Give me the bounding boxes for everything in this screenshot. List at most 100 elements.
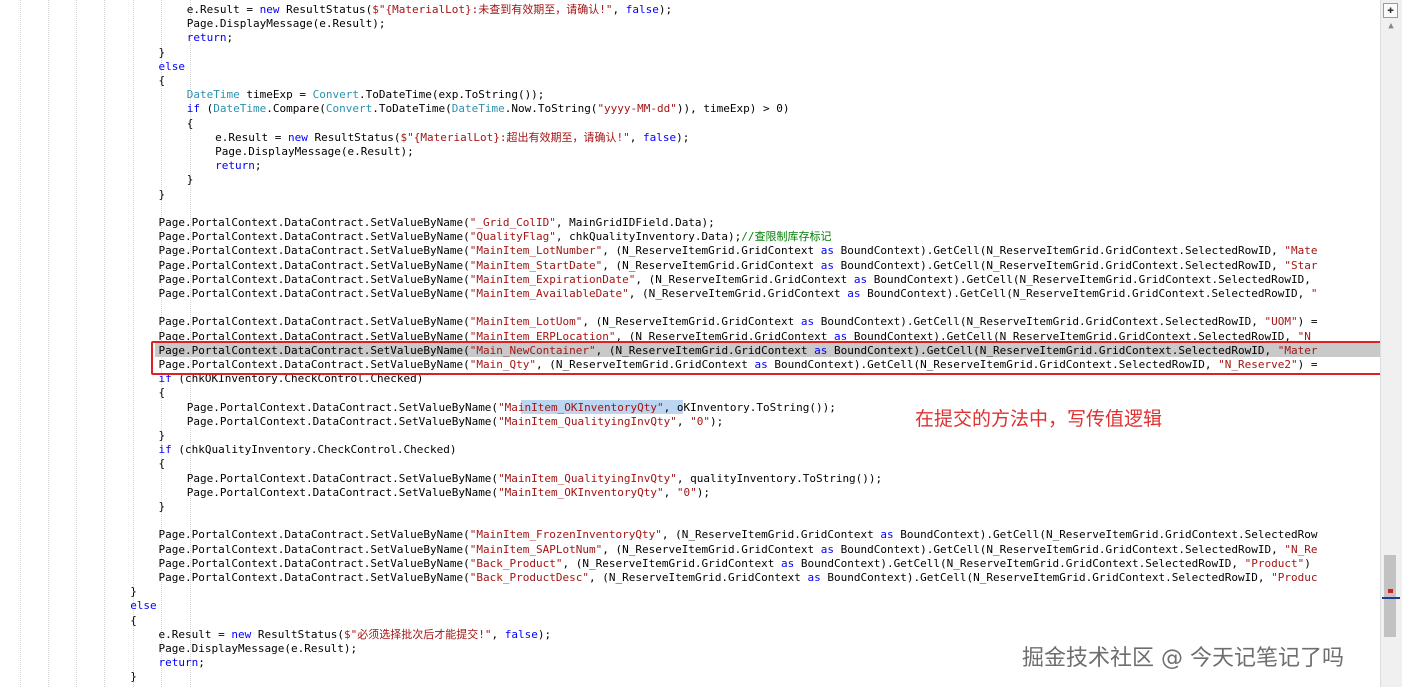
code-line[interactable]: } (159, 46, 166, 60)
code-line[interactable]: else (159, 60, 186, 74)
code-token: )), timeExp) > 0) (676, 102, 790, 116)
code-token: Page.PortalContext.DataContract.SetValue… (158, 315, 470, 329)
code-token: "MainItem_OKInventoryQty" (498, 400, 664, 414)
code-token: , (N_ReserveItemGrid.GridContext (602, 244, 821, 258)
code-token: if (186, 102, 201, 116)
code-line[interactable]: return; (187, 31, 233, 45)
code-line[interactable]: Page.PortalContext.DataContract.SetValue… (159, 528, 1318, 542)
code-line[interactable]: Page.DisplayMessage(e.Result); (215, 145, 414, 159)
code-line[interactable]: e.Result = new ResultStatus($"{MaterialL… (187, 3, 672, 17)
code-token: Page.PortalContext.DataContract.SetValue… (186, 471, 499, 485)
code-token: "MainItem_FrozenInventoryQty" (469, 528, 662, 542)
code-line[interactable]: DateTime timeExp = Convert.ToDateTime(ex… (187, 88, 545, 102)
code-line[interactable]: } (159, 429, 166, 443)
scroll-up-arrow-icon[interactable]: ▲ (1384, 20, 1398, 32)
code-editor[interactable]: e.Result = new ResultStatus($"{MaterialL… (0, 0, 1380, 687)
code-token: ); (676, 130, 690, 144)
code-line[interactable]: Page.PortalContext.DataContract.SetValue… (159, 543, 1318, 557)
code-line[interactable]: Page.PortalContext.DataContract.SetValue… (187, 472, 882, 486)
code-line[interactable]: if (chkQualityInventory.CheckControl.Che… (159, 443, 457, 457)
code-token: Page.PortalContext.DataContract.SetValue… (158, 230, 470, 244)
code-line[interactable]: } (130, 670, 137, 684)
code-token: .Now.ToString( (504, 102, 598, 116)
code-line[interactable]: e.Result = new ResultStatus($"必须选择批次后才能提… (159, 628, 552, 642)
code-token: , (N_ReserveItemGrid.GridContext (602, 542, 821, 556)
code-line[interactable]: Page.PortalContext.DataContract.SetValue… (159, 273, 1311, 287)
code-token: return (158, 656, 199, 670)
code-line[interactable]: Page.PortalContext.DataContract.SetValue… (187, 486, 710, 500)
code-line[interactable]: { (187, 117, 194, 131)
code-token: DateTime (186, 88, 240, 102)
code-token: DateTime (451, 102, 505, 116)
code-line[interactable]: { (159, 457, 166, 471)
code-line[interactable]: } (130, 585, 137, 599)
code-token: as (800, 315, 815, 329)
code-line[interactable]: Page.PortalContext.DataContract.SetValue… (187, 415, 723, 429)
code-line[interactable]: Page.DisplayMessage(e.Result); (187, 17, 386, 31)
code-line[interactable]: Page.PortalContext.DataContract.SetValue… (187, 401, 836, 415)
code-token: .ToDateTime( (372, 102, 452, 116)
code-token: ; (226, 31, 234, 45)
code-token: "MainItem_LotNumber" (469, 244, 603, 258)
code-token: "0" (690, 414, 710, 428)
code-token: "Star (1284, 258, 1318, 272)
scrollbar-thumb[interactable] (1384, 555, 1396, 637)
code-token: "Product" (1244, 556, 1305, 570)
code-token: Page.PortalContext.DataContract.SetValue… (158, 287, 470, 300)
code-line[interactable]: return; (159, 656, 205, 670)
code-line[interactable]: } (159, 188, 166, 202)
code-token: Page.PortalContext.DataContract.SetValue… (158, 571, 470, 584)
code-line[interactable]: Page.PortalContext.DataContract.SetValue… (159, 244, 1318, 258)
code-line[interactable]: Page.PortalContext.DataContract.SetValue… (159, 230, 832, 244)
code-token: timeExp = (239, 88, 313, 102)
code-line[interactable]: Page.PortalContext.DataContract.SetValue… (159, 315, 1318, 329)
code-token: as (847, 287, 861, 300)
indent-guide (48, 0, 49, 687)
code-line[interactable]: Page.PortalContext.DataContract.SetValue… (159, 259, 1318, 273)
red-highlight-box (151, 341, 1380, 375)
split-view-icon[interactable]: ✚ (1383, 3, 1398, 18)
code-token: BoundContext).GetCell(N_ReserveItemGrid.… (794, 556, 1245, 570)
code-token: "MainItem_QualityingInvQty" (498, 414, 677, 428)
code-line[interactable]: else (130, 599, 157, 613)
code-token: if (158, 443, 172, 457)
code-token: , chkQualityInventory.Data); (555, 230, 742, 244)
code-token: Page.PortalContext.DataContract.SetValue… (158, 556, 470, 570)
code-token: ) (1304, 556, 1311, 570)
code-line[interactable]: Page.DisplayMessage(e.Result); (159, 642, 358, 656)
code-line[interactable]: Page.PortalContext.DataContract.SetValue… (159, 216, 715, 230)
code-token: as (820, 244, 835, 258)
code-token: "MainItem_AvailableDate" (469, 287, 629, 300)
code-line[interactable]: Page.PortalContext.DataContract.SetValue… (159, 557, 1311, 571)
code-token: as (820, 542, 835, 556)
watermark: 掘金技术社区 @ 今天记笔记了吗 (1022, 646, 1344, 671)
code-line[interactable]: e.Result = new ResultStatus($"{MaterialL… (215, 131, 689, 145)
code-token: { (186, 116, 194, 130)
code-token: Page.PortalContext.DataContract.SetValue… (158, 244, 470, 258)
code-token: } (158, 500, 166, 513)
code-line[interactable]: { (159, 386, 166, 400)
code-token: Convert (312, 88, 359, 102)
code-line[interactable]: Page.PortalContext.DataContract.SetValue… (159, 287, 1318, 301)
code-line[interactable]: { (159, 74, 166, 88)
code-token: ); (658, 3, 673, 16)
code-token: Page.PortalContext.DataContract.SetValue… (186, 400, 499, 414)
annotation-text: 在提交的方法中，写传值逻辑 (915, 408, 1163, 430)
code-token: , qualityInventory.ToString()); (676, 471, 883, 485)
code-line[interactable]: { (130, 614, 137, 628)
code-token: } (158, 45, 166, 59)
code-token: new (259, 3, 280, 16)
code-line[interactable]: if (DateTime.Compare(Convert.ToDateTime(… (187, 102, 790, 116)
code-token: { (158, 74, 166, 87)
code-token: ResultStatus( (307, 130, 401, 144)
code-token: } (186, 173, 194, 187)
code-token: "UOM" (1264, 315, 1298, 329)
code-line[interactable]: return; (215, 159, 261, 173)
code-token: } (158, 429, 166, 442)
code-line[interactable]: Page.PortalContext.DataContract.SetValue… (159, 571, 1318, 585)
code-line[interactable]: } (187, 173, 194, 187)
indent-guide (76, 0, 77, 687)
code-token: e.Result = (215, 130, 288, 144)
code-token: "MainItem_QualityingInvQty" (498, 471, 677, 485)
code-line[interactable]: } (159, 500, 166, 514)
